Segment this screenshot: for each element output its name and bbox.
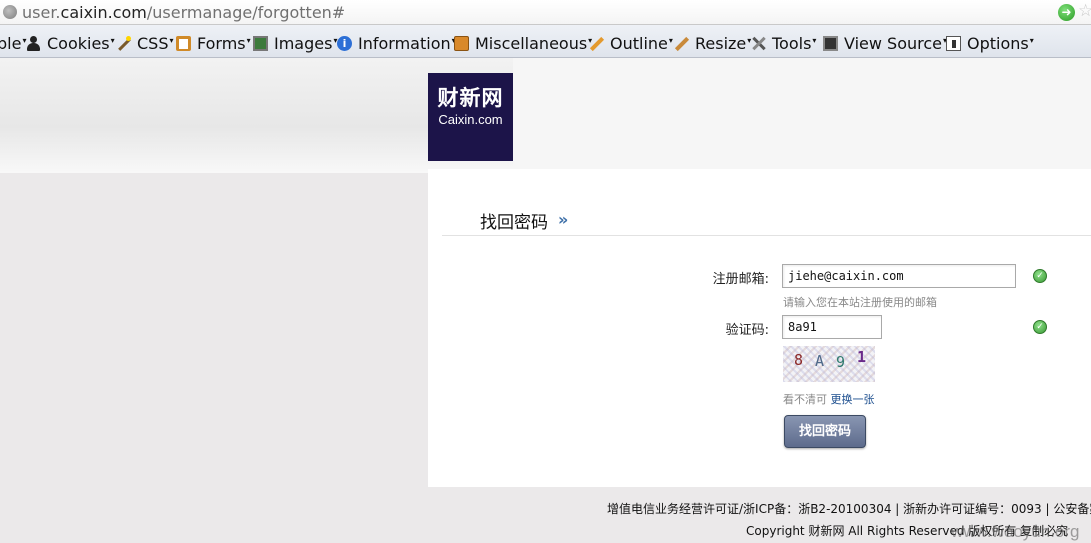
toolbar-item-label: Images [274,33,333,53]
email-hint: 请输入您在本站注册使用的邮箱 [783,296,937,309]
globe-icon [3,5,17,19]
toolbar-item-outline[interactable]: Outline ▾ [589,33,673,53]
toolbar-item-resize[interactable]: Resize ▾ [674,33,751,53]
toolbar-item-tools[interactable]: Tools ▾ [751,33,816,53]
toolbar-item-label: Outline [610,33,668,53]
captcha-char: 8 [794,351,804,369]
logo-en-text: Caixin.com [438,112,503,127]
monitor-icon [823,35,838,51]
toolbar-item-miscellaneous[interactable]: Miscellaneous ▾ [454,33,592,53]
toolbar-item-label: Miscellaneous [475,33,588,53]
captcha-note: 看不清可 更换一张 [783,391,875,407]
toolbar-item-label: Information [358,33,451,53]
url-prefix: user. [22,3,61,22]
toolbar-item-information[interactable]: iInformation▾ [337,33,456,53]
caret-down-icon: ▾ [812,35,817,45]
box-icon [454,35,469,51]
ruler-icon [674,36,689,51]
bookmark-star-icon[interactable]: ☆ [1078,1,1091,21]
toolbar-item-label: CSS [137,33,169,53]
captcha-char: 9 [836,353,846,371]
caret-down-icon: ▾ [246,35,251,45]
toolbar-item-options[interactable]: Options ▾ [946,33,1034,53]
refresh-captcha-link[interactable]: 更换一张 [831,393,875,406]
email-field[interactable]: jiehe@caixin.com [782,264,1016,288]
toolbar-item-view-source[interactable]: View Source▾ [823,33,947,53]
toolbar-item-css[interactable]: CSS ▾ [116,33,174,53]
captcha-note-text: 看不清可 [783,393,827,406]
toolbar-item-label: Options [967,33,1029,53]
wand-icon [116,35,131,51]
image-icon [253,35,268,51]
captcha-image[interactable]: 8 A 9 1 [783,346,875,382]
info-icon: i [337,35,352,51]
caret-down-icon: ▾ [668,35,673,45]
web-developer-toolbar: ble▾ Cookies▾ CSS▾ Forms▾ Images▾ iInfor… [0,25,1091,58]
toolbar-item-label: Tools [772,33,812,53]
caret-down-icon: ▾ [169,35,174,45]
url-host: caixin.com [60,3,147,22]
captcha-char: A [815,352,825,370]
toolbar-item-cookies[interactable]: Cookies ▾ [26,33,115,53]
url-path: /usermanage/forgotten# [146,3,346,22]
tools-icon [751,36,766,51]
check-ok-icon: ✓ [1033,320,1047,334]
logo-cn-text: 财新网 [437,85,504,110]
captcha-char: 1 [857,348,867,366]
clipboard-icon [176,35,191,51]
person-icon [26,35,41,51]
header-right-panel [513,58,1091,169]
watermark: www.wooyun.org [951,522,1080,541]
go-arrow-icon[interactable]: ➜ [1058,4,1075,21]
url-field[interactable]: user.caixin.com/usermanage/forgotten# [22,3,345,22]
toolbar-item-label: Forms [197,33,246,53]
options-icon [946,35,961,51]
toolbar-item-label: ble [0,33,22,53]
toolbar-item-images[interactable]: Images ▾ [253,33,337,53]
submit-button[interactable]: 找回密码 [784,415,866,448]
toolbar-item-forms[interactable]: Forms ▾ [176,33,251,53]
toolbar-item-label: Resize [695,33,747,53]
caret-down-icon: ▾ [1029,35,1034,45]
title-divider [442,235,1091,236]
footer-license: 增值电信业务经营许可证/浙ICP备：浙B2-20100304 | 浙新办许可证编… [607,502,1091,516]
pencil-icon [589,36,604,51]
page-header [0,58,1091,173]
caret-down-icon: ▾ [110,35,115,45]
caixin-logo[interactable]: 财新网 Caixin.com [428,73,513,161]
toolbar-item-disable[interactable]: ble▾ [0,33,26,53]
captcha-label: 验证码: [725,323,769,338]
captcha-input[interactable]: 8a91 [782,315,882,339]
address-bar: user.caixin.com/usermanage/forgotten# ➜ … [0,0,1091,25]
email-label: 注册邮箱: [712,272,769,287]
toolbar-item-label: View Source [844,33,943,53]
double-chevron-icon: » [558,210,569,229]
check-ok-icon: ✓ [1033,269,1047,283]
toolbar-item-label: Cookies [47,33,110,53]
page-title: 找回密码 [480,213,548,233]
